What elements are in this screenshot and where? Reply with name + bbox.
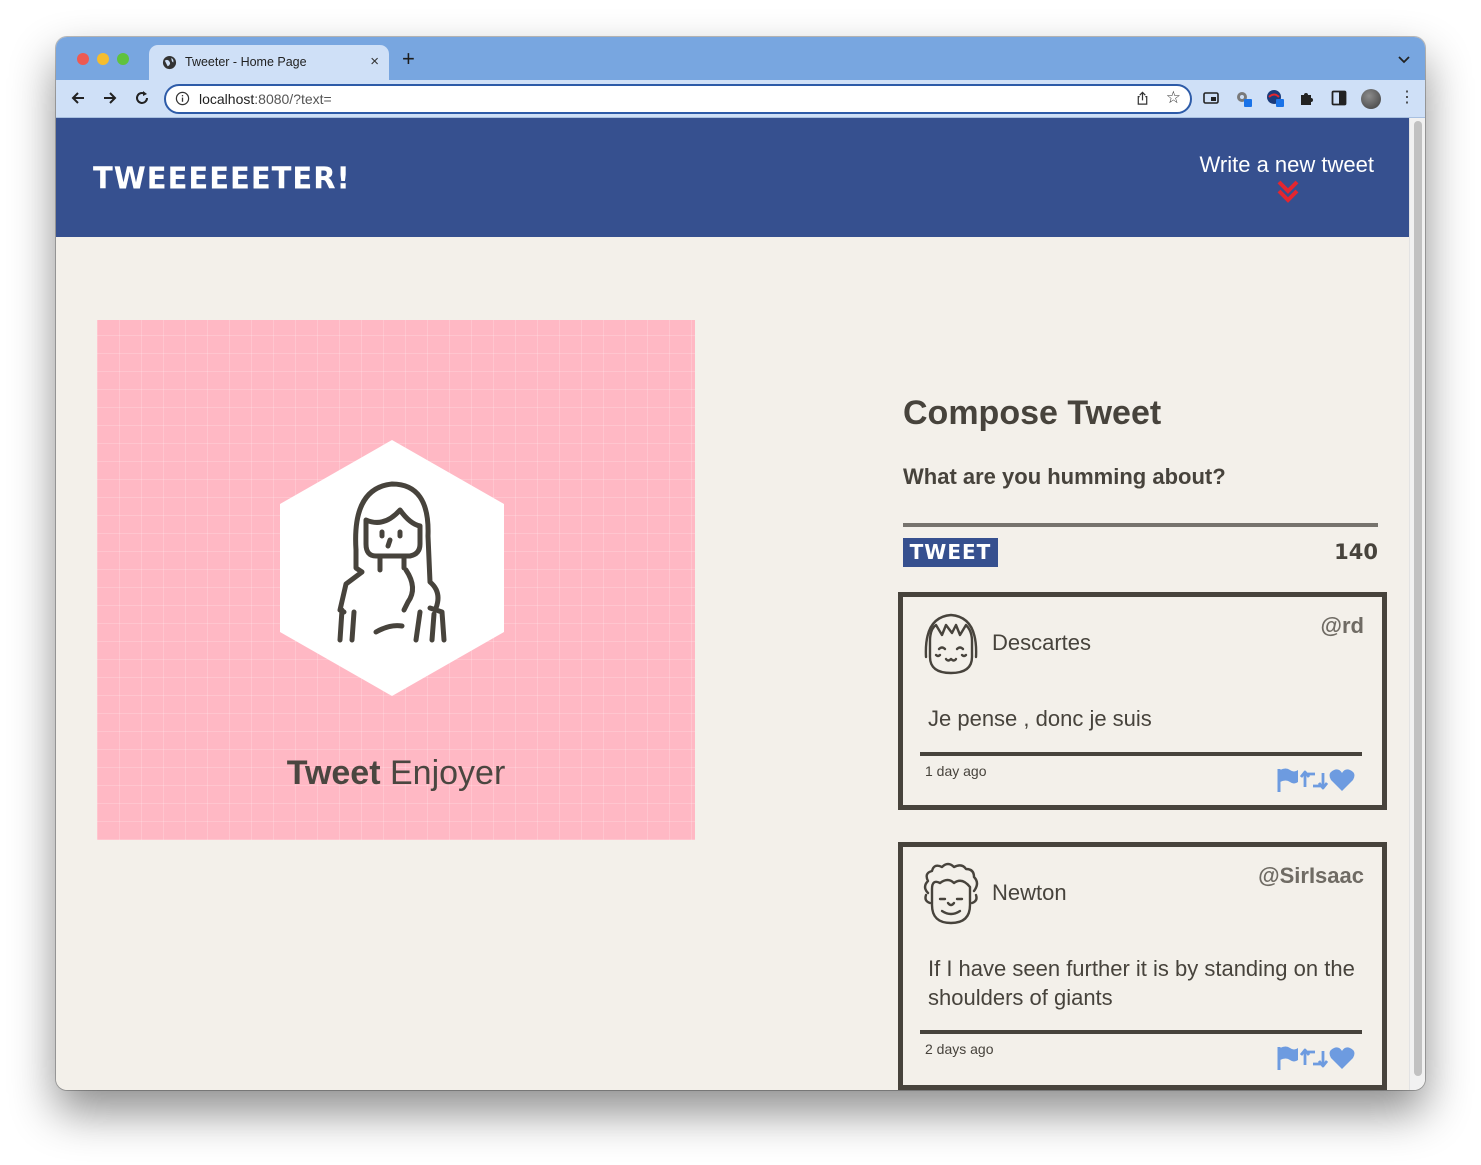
tweet-author-name: Descartes xyxy=(992,630,1092,655)
compose-title: Compose Tweet xyxy=(903,394,1162,432)
page-viewport: TWEEEEEETER! Write a new tweet Tweet Enj… xyxy=(56,118,1425,1090)
flag-icon[interactable] xyxy=(1276,767,1300,793)
tweet-content: If I have seen further it is by standing… xyxy=(928,956,1355,1010)
tweet-timestamp: 1 day ago xyxy=(925,763,987,779)
info-icon[interactable] xyxy=(175,91,190,106)
tweet-timestamp: 2 days ago xyxy=(925,1041,994,1057)
double-chevron-down-icon[interactable] xyxy=(1275,179,1301,205)
flag-icon[interactable] xyxy=(1276,1045,1300,1071)
minimize-window-button[interactable] xyxy=(97,53,109,65)
chevron-down-icon[interactable] xyxy=(1397,52,1411,66)
address-bar[interactable]: localhost:8080/?text= ☆ xyxy=(164,84,1192,114)
scrollbar-thumb[interactable] xyxy=(1414,121,1422,1076)
tweet-author-name: Newton xyxy=(992,880,1067,905)
tweet-actions xyxy=(1276,767,1356,793)
tab-tweeter-home[interactable]: Tweeter - Home Page × xyxy=(149,45,389,80)
user-avatar-illustration xyxy=(280,440,504,696)
close-window-button[interactable] xyxy=(77,53,89,65)
heart-icon[interactable] xyxy=(1328,767,1356,793)
profile-card: Tweet Enjoyer xyxy=(97,320,695,840)
profile-avatar[interactable] xyxy=(1361,89,1381,109)
descartes-avatar-icon xyxy=(924,613,978,675)
tweet-author-handle: @SirIsaac xyxy=(1258,863,1364,888)
tweet-divider xyxy=(920,752,1362,756)
reload-icon[interactable] xyxy=(133,89,151,107)
close-tab-icon[interactable]: × xyxy=(370,53,379,71)
side-panel-icon[interactable] xyxy=(1330,89,1348,107)
tweet-card: Newton @SirIsaac If I have seen further … xyxy=(898,842,1387,1090)
tweet-divider xyxy=(920,1030,1362,1034)
bookmark-star-icon[interactable]: ☆ xyxy=(1166,89,1181,107)
maximize-window-button[interactable] xyxy=(117,53,129,65)
tweet-submit-button[interactable]: TWEET xyxy=(903,538,998,567)
tab-title: Tweeter - Home Page xyxy=(185,55,307,69)
heart-icon[interactable] xyxy=(1328,1045,1356,1071)
extension-gear-icon[interactable] xyxy=(1234,89,1252,107)
write-new-tweet-link[interactable]: Write a new tweet xyxy=(1200,152,1374,178)
site-header: TWEEEEEETER! Write a new tweet xyxy=(56,118,1410,237)
page-scrollbar[interactable] xyxy=(1409,118,1425,1090)
back-arrow-icon[interactable] xyxy=(69,89,87,107)
tweet-actions xyxy=(1276,1045,1356,1071)
browser-menu-icon[interactable]: ⋮ xyxy=(1399,89,1415,107)
retweet-icon[interactable] xyxy=(1300,767,1328,793)
newton-avatar-icon xyxy=(923,862,979,925)
tab-strip: Tweeter - Home Page × + xyxy=(56,37,1425,80)
extensions-puzzle-icon[interactable] xyxy=(1298,89,1316,107)
retweet-icon[interactable] xyxy=(1300,1045,1328,1071)
tweet-card: Descartes @rd Je pense , donc je suis 1 … xyxy=(898,592,1387,810)
forward-arrow-icon[interactable] xyxy=(101,89,119,107)
compose-prompt-label: What are you humming about? xyxy=(903,464,1226,489)
globe-icon xyxy=(162,55,177,70)
share-icon[interactable] xyxy=(1135,91,1150,106)
tweet-content: Je pense , donc je suis xyxy=(928,706,1152,731)
tweet-author-handle: @rd xyxy=(1320,613,1364,638)
new-tab-button[interactable]: + xyxy=(402,48,415,70)
browser-window: Tweeter - Home Page × + localhost:8080/?… xyxy=(56,37,1425,1090)
picture-in-picture-icon[interactable] xyxy=(1202,89,1220,107)
extension-globe-icon[interactable] xyxy=(1266,89,1284,107)
character-counter: 140 xyxy=(1334,540,1378,564)
url-text: localhost:8080/?text= xyxy=(199,91,332,107)
site-brand[interactable]: TWEEEEEETER! xyxy=(93,160,351,196)
compose-input-underline[interactable] xyxy=(903,523,1378,527)
profile-title: Tweet Enjoyer xyxy=(286,754,506,792)
browser-toolbar: localhost:8080/?text= ☆ ⋮ xyxy=(56,80,1425,118)
